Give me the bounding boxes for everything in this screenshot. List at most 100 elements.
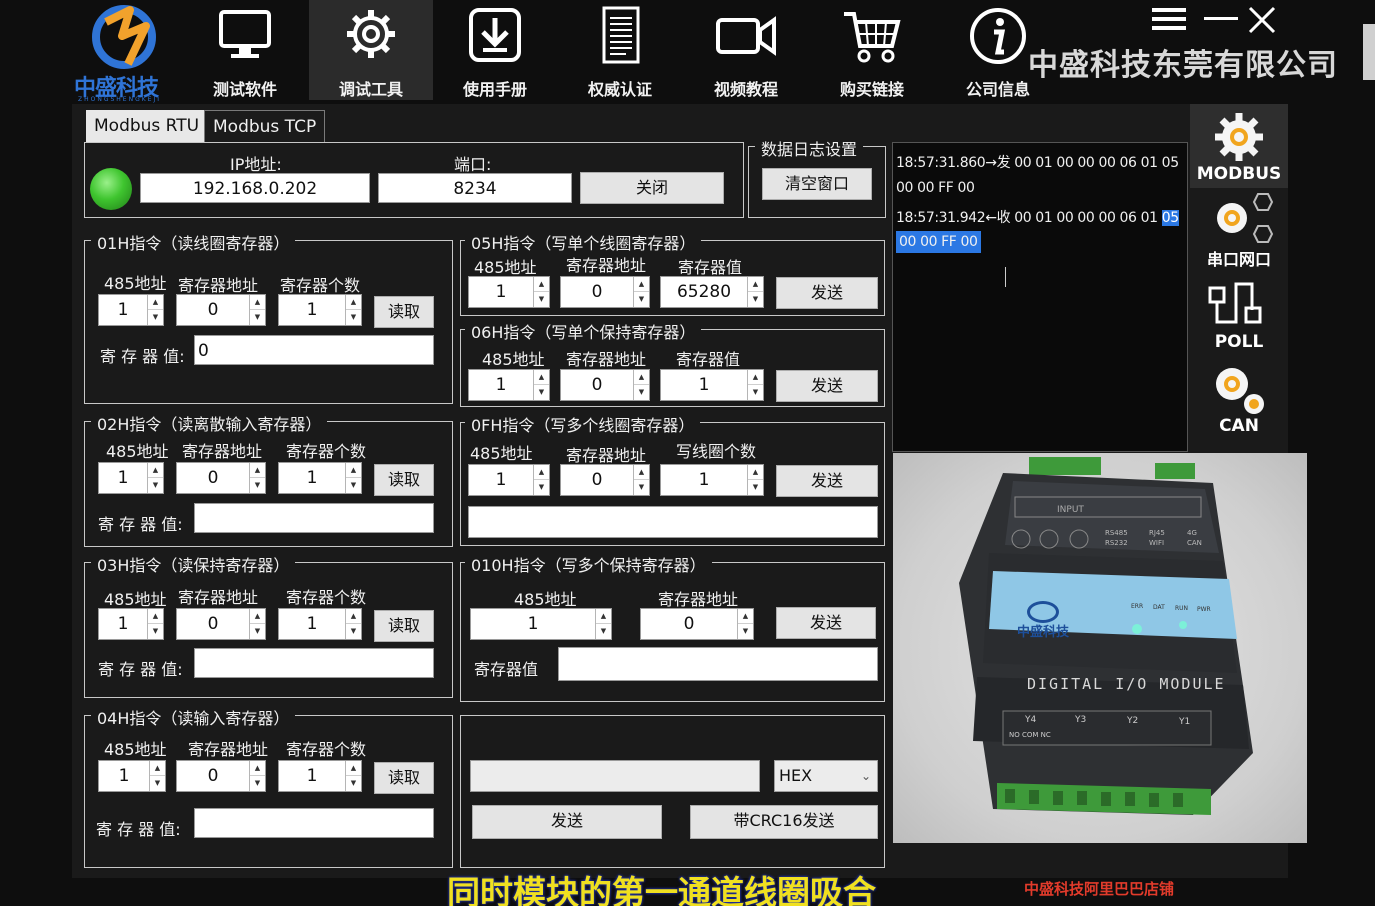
read-button[interactable]: 读取 xyxy=(374,762,434,794)
value-output[interactable] xyxy=(194,648,434,678)
addr-stepper[interactable]: 1 ▲ ▼ xyxy=(98,294,164,326)
up-arrow-icon[interactable]: ▲ xyxy=(148,609,163,624)
nav-certification[interactable]: 权威认证 xyxy=(558,0,682,100)
up-arrow-icon[interactable]: ▲ xyxy=(748,370,763,385)
addr-stepper[interactable]: 1 ▲ ▼ xyxy=(468,276,550,308)
register-values-input[interactable] xyxy=(558,647,878,681)
port-input[interactable]: 8234 xyxy=(378,173,572,203)
format-select[interactable]: HEX ⌄ xyxy=(774,760,878,792)
nav-video-tutorial[interactable]: 视频教程 xyxy=(684,0,808,100)
down-arrow-icon[interactable]: ▼ xyxy=(148,624,163,639)
custom-send-button[interactable]: 发送 xyxy=(472,805,662,839)
up-arrow-icon[interactable]: ▲ xyxy=(346,463,361,478)
read-button[interactable]: 读取 xyxy=(374,464,434,496)
send-button[interactable]: 发送 xyxy=(776,465,878,497)
down-arrow-icon[interactable]: ▼ xyxy=(148,478,163,493)
down-arrow-icon[interactable]: ▼ xyxy=(346,310,361,325)
val-stepper[interactable]: 1 ▲ ▼ xyxy=(660,369,764,401)
down-arrow-icon[interactable]: ▼ xyxy=(534,480,549,495)
down-arrow-icon[interactable]: ▼ xyxy=(148,310,163,325)
crc16-send-button[interactable]: 带CRC16发送 xyxy=(690,805,878,839)
up-arrow-icon[interactable]: ▲ xyxy=(148,463,163,478)
count-stepper[interactable]: 1 ▲ ▼ xyxy=(278,294,362,326)
up-arrow-icon[interactable]: ▲ xyxy=(634,465,649,480)
down-arrow-icon[interactable]: ▼ xyxy=(346,776,361,791)
log-window[interactable]: 18:57:31.860→发 00 01 00 00 00 06 01 05 0… xyxy=(892,142,1188,452)
up-arrow-icon[interactable]: ▲ xyxy=(748,277,763,292)
custom-hex-input[interactable] xyxy=(470,760,760,792)
count-stepper[interactable]: 1 ▲ ▼ xyxy=(278,462,362,494)
tab-modbus-rtu[interactable]: Modbus RTU xyxy=(86,110,208,142)
read-button[interactable]: 读取 xyxy=(374,610,434,642)
down-arrow-icon[interactable]: ▼ xyxy=(150,776,165,791)
down-arrow-icon[interactable]: ▼ xyxy=(634,480,649,495)
send-button[interactable]: 发送 xyxy=(776,370,878,402)
down-arrow-icon[interactable]: ▼ xyxy=(748,292,763,307)
nav-test-software[interactable]: 测试软件 xyxy=(183,0,307,100)
close-icon[interactable] xyxy=(1248,6,1276,36)
up-arrow-icon[interactable]: ▲ xyxy=(534,465,549,480)
up-arrow-icon[interactable]: ▲ xyxy=(346,761,361,776)
clear-window-button[interactable]: 清空窗口 xyxy=(762,168,872,200)
count-stepper[interactable]: 1 ▲ ▼ xyxy=(278,760,362,792)
up-arrow-icon[interactable]: ▲ xyxy=(346,609,361,624)
down-arrow-icon[interactable]: ▼ xyxy=(250,478,265,493)
up-arrow-icon[interactable]: ▲ xyxy=(534,277,549,292)
up-arrow-icon[interactable]: ▲ xyxy=(250,609,265,624)
up-arrow-icon[interactable]: ▲ xyxy=(250,761,265,776)
up-arrow-icon[interactable]: ▲ xyxy=(634,277,649,292)
nav-user-manual[interactable]: 使用手册 xyxy=(433,0,557,100)
tab-modbus-tcp[interactable]: Modbus TCP xyxy=(204,110,326,142)
down-arrow-icon[interactable]: ▼ xyxy=(534,292,549,307)
read-button[interactable]: 读取 xyxy=(374,296,434,328)
value-output[interactable] xyxy=(194,808,434,838)
down-arrow-icon[interactable]: ▼ xyxy=(634,292,649,307)
close-button[interactable]: 关闭 xyxy=(580,172,724,204)
down-arrow-icon[interactable]: ▼ xyxy=(250,624,265,639)
down-arrow-icon[interactable]: ▼ xyxy=(634,385,649,400)
up-arrow-icon[interactable]: ▲ xyxy=(250,463,265,478)
side-poll[interactable]: POLL xyxy=(1190,276,1288,356)
side-serial-network[interactable]: 串口网口 xyxy=(1190,190,1288,270)
reg-stepper[interactable]: 0 ▲ ▼ xyxy=(176,760,266,792)
addr-stepper[interactable]: 1 ▲ ▼ xyxy=(98,760,166,792)
send-button[interactable]: 发送 xyxy=(776,277,878,309)
down-arrow-icon[interactable]: ▼ xyxy=(346,478,361,493)
addr-stepper[interactable]: 1 ▲ ▼ xyxy=(470,608,612,640)
reg-stepper[interactable]: 0 ▲ ▼ xyxy=(176,294,266,326)
down-arrow-icon[interactable]: ▼ xyxy=(596,624,611,639)
side-can[interactable]: CAN xyxy=(1190,360,1288,440)
down-arrow-icon[interactable]: ▼ xyxy=(748,480,763,495)
up-arrow-icon[interactable]: ▲ xyxy=(748,465,763,480)
nav-purchase-link[interactable]: 购买链接 xyxy=(810,0,934,100)
reg-stepper[interactable]: 0 ▲ ▼ xyxy=(176,608,266,640)
up-arrow-icon[interactable]: ▲ xyxy=(634,370,649,385)
up-arrow-icon[interactable]: ▲ xyxy=(250,295,265,310)
coil-data-input[interactable] xyxy=(468,506,878,538)
down-arrow-icon[interactable]: ▼ xyxy=(346,624,361,639)
up-arrow-icon[interactable]: ▲ xyxy=(738,609,753,624)
down-arrow-icon[interactable]: ▼ xyxy=(534,385,549,400)
value-output[interactable] xyxy=(194,503,434,533)
menu-icon[interactable] xyxy=(1152,6,1186,36)
val-stepper[interactable]: 65280 ▲ ▼ xyxy=(660,276,764,308)
reg-stepper[interactable]: 0 ▲ ▼ xyxy=(560,464,650,496)
up-arrow-icon[interactable]: ▲ xyxy=(596,609,611,624)
reg-stepper[interactable]: 0 ▲ ▼ xyxy=(560,276,650,308)
up-arrow-icon[interactable]: ▲ xyxy=(148,295,163,310)
reg-stepper[interactable]: 0 ▲ ▼ xyxy=(640,608,754,640)
addr-stepper[interactable]: 1 ▲ ▼ xyxy=(98,608,164,640)
addr-stepper[interactable]: 1 ▲ ▼ xyxy=(468,464,550,496)
nav-debug-tools[interactable]: 调试工具 xyxy=(309,0,433,100)
side-modbus[interactable]: MODBUS xyxy=(1190,104,1288,188)
down-arrow-icon[interactable]: ▼ xyxy=(738,624,753,639)
val-stepper[interactable]: 1 ▲ ▼ xyxy=(660,464,764,496)
send-button[interactable]: 发送 xyxy=(776,607,876,639)
ip-input[interactable]: 192.168.0.202 xyxy=(140,173,370,203)
up-arrow-icon[interactable]: ▲ xyxy=(346,295,361,310)
value-output[interactable]: 0 xyxy=(194,335,434,365)
reg-stepper[interactable]: 0 ▲ ▼ xyxy=(560,369,650,401)
down-arrow-icon[interactable]: ▼ xyxy=(748,385,763,400)
up-arrow-icon[interactable]: ▲ xyxy=(150,761,165,776)
reg-stepper[interactable]: 0 ▲ ▼ xyxy=(176,462,266,494)
